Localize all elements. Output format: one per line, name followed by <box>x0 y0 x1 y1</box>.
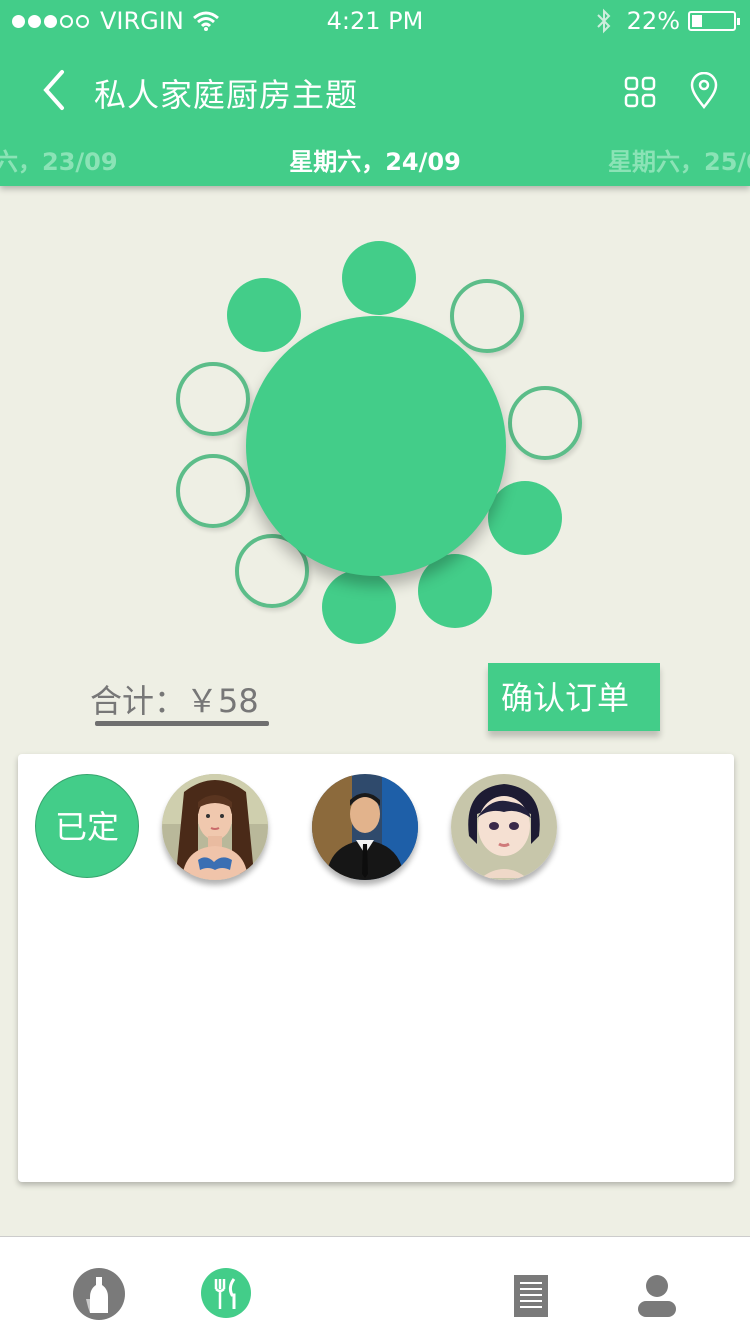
tab-bar <box>0 1236 750 1334</box>
battery-percent: 22% <box>626 7 680 35</box>
header: VIRGIN 4:21 PM 22% 私人家庭厨房主题 六，23/09 星期六，… <box>0 0 750 186</box>
page-title: 私人家庭厨房主题 <box>94 76 359 114</box>
order-total: 合计：￥58 <box>90 682 259 720</box>
avatar-woman-short-hair[interactable] <box>451 774 557 880</box>
menu-list-icon[interactable] <box>514 1275 548 1317</box>
seat-taken[interactable] <box>322 570 396 644</box>
grid-icon[interactable] <box>624 76 656 108</box>
chevron-left-icon[interactable] <box>38 68 78 112</box>
date-next[interactable]: 星期六，25/0 <box>608 142 750 177</box>
confirm-order-button[interactable]: 确认订单 <box>488 663 660 731</box>
status-right: 22% <box>595 7 740 35</box>
seat-free[interactable] <box>176 454 250 528</box>
seat-free[interactable] <box>176 362 250 436</box>
table-layout <box>0 186 750 666</box>
bluetooth-icon <box>596 8 611 34</box>
total-underline <box>95 721 269 726</box>
diners-card: 已定 <box>18 754 734 1182</box>
drinks-icon[interactable] <box>72 1267 126 1321</box>
seat-taken[interactable] <box>488 481 562 555</box>
seat-free[interactable] <box>450 279 524 353</box>
date-selector: 六，23/09 星期六，24/09 星期六，25/0 <box>0 142 750 182</box>
seat-free[interactable] <box>508 386 582 460</box>
location-pin-icon[interactable] <box>688 72 720 110</box>
status-bar: VIRGIN 4:21 PM 22% <box>0 0 750 40</box>
booked-badge: 已定 <box>35 774 139 878</box>
avatar-man-suit[interactable] <box>312 774 418 880</box>
avatar-woman-bikini[interactable] <box>162 774 268 880</box>
seat-taken[interactable] <box>227 278 301 352</box>
dining-icon[interactable] <box>200 1267 252 1319</box>
battery-icon <box>688 11 740 31</box>
seat-taken[interactable] <box>418 554 492 628</box>
nav-bar: 私人家庭厨房主题 <box>0 62 750 118</box>
seat-taken[interactable] <box>342 241 416 315</box>
dining-table <box>246 316 506 576</box>
profile-icon[interactable] <box>638 1275 676 1317</box>
